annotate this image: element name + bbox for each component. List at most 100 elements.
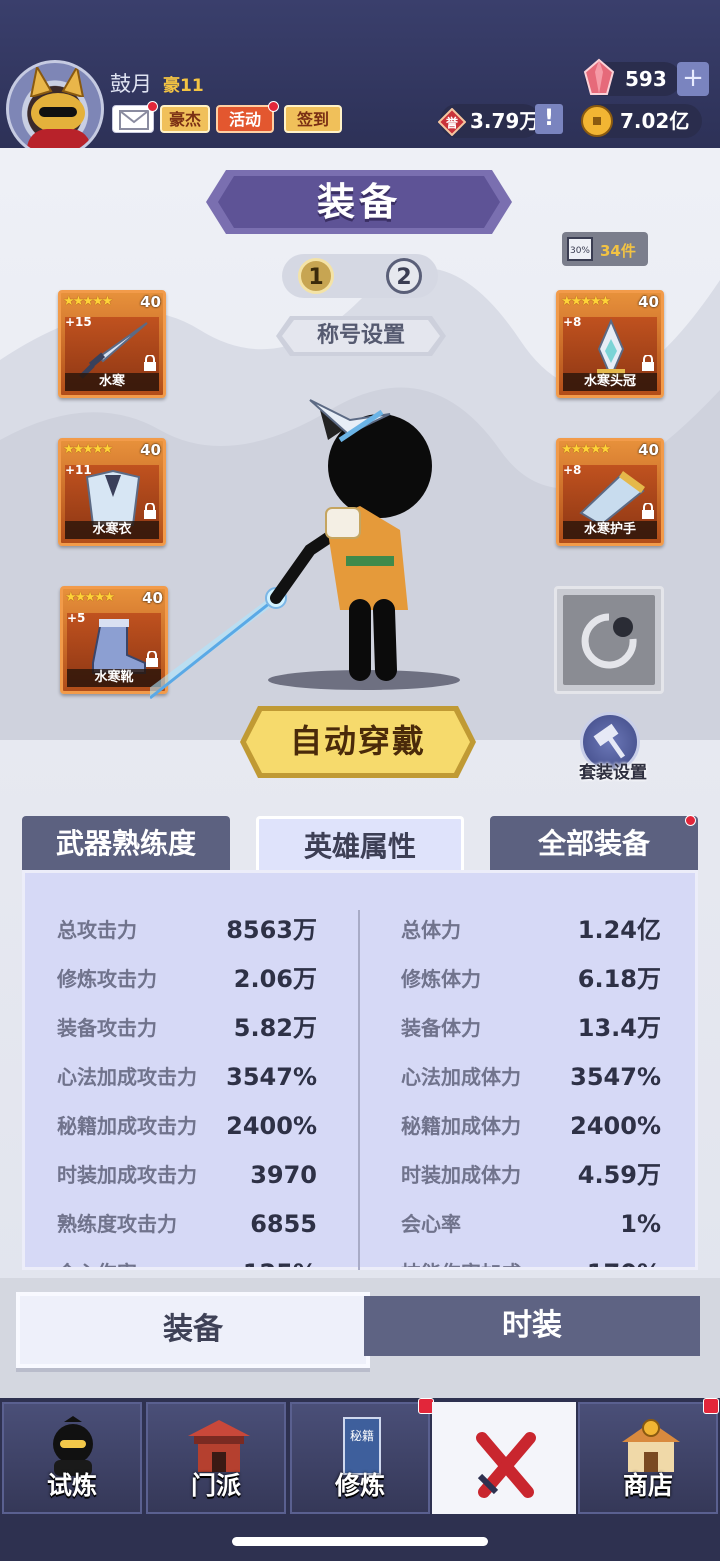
lock-icon [642, 503, 654, 519]
nav-cultivate-label: 修炼 [334, 1471, 385, 1500]
star-rating: ★★★★★ [63, 442, 113, 457]
equip-slot-accessory-empty[interactable] [554, 586, 664, 694]
player-name: 鼓月 [110, 72, 152, 96]
lock-icon [144, 355, 156, 371]
enhance-level: +11 [65, 463, 92, 477]
stats-divider [358, 910, 360, 1270]
stat-row: 时装加成攻击力 3970 [57, 1160, 317, 1190]
loadout-switch: 1 2 [282, 254, 438, 298]
vip-level: 豪11 [163, 76, 204, 96]
stat-label: 会心率 [401, 1212, 461, 1236]
item-name: 水寒头冠 [563, 373, 657, 391]
tab-hero-attributes[interactable]: 英雄属性 [256, 816, 464, 872]
hero-button[interactable]: 豪杰 [160, 105, 210, 133]
stat-label: 装备攻击力 [57, 1016, 157, 1040]
bottom-tab-fashion[interactable]: 时装 [364, 1296, 700, 1356]
event-notification-dot [268, 101, 279, 112]
stat-value: 3547% [570, 1063, 661, 1091]
nav-cultivate[interactable]: 秘籍 修炼 [290, 1402, 430, 1514]
item-name: 水寒护手 [563, 521, 657, 539]
stat-row: 技能伤害加成 170% [401, 1258, 661, 1267]
crossed-swords-icon [476, 1432, 536, 1498]
bottom-tab-equipment[interactable]: 装备 [16, 1292, 370, 1368]
page-title: 装备 [316, 180, 401, 224]
equip-slot-helm[interactable]: ★★★★★ 40 +8 水寒头冠 [556, 290, 664, 398]
enhance-level: +15 [65, 315, 92, 329]
stat-value: 125% [243, 1258, 317, 1267]
avatar-eyes [39, 107, 77, 117]
set-setting-label[interactable]: 套装设置 [568, 758, 658, 783]
item-level: 40 [638, 293, 659, 311]
stat-row: 修炼攻击力 2.06万 [57, 964, 317, 994]
enhance-level: +8 [563, 315, 582, 329]
stat-value: 3970 [250, 1161, 317, 1189]
scroll-icon: 30% [567, 237, 593, 261]
stat-row: 会心伤害 125% [57, 1258, 317, 1267]
tab-all-equipment[interactable]: 全部装备 [490, 816, 698, 872]
stat-row: 心法加成体力 3547% [401, 1062, 661, 1092]
event-button[interactable]: 活动 [216, 105, 274, 133]
sign-in-button[interactable]: 签到 [284, 105, 342, 133]
stat-row: 时装加成体力 4.59万 [401, 1160, 661, 1190]
gem-counter: 593 [583, 58, 681, 96]
auto-equip-button[interactable]: 自动穿戴 [240, 706, 476, 778]
stat-value: 6855 [250, 1210, 317, 1238]
star-rating: ★★★★★ [63, 294, 113, 309]
stat-value: 170% [587, 1258, 661, 1267]
title-setting-button[interactable]: 称号设置 [276, 316, 446, 356]
stat-label: 秘籍加成攻击力 [57, 1114, 197, 1138]
honor-info-button[interactable]: ! [535, 104, 563, 134]
stat-value: 1.24亿 [577, 916, 661, 944]
stat-value: 1% [620, 1210, 661, 1238]
star-rating: ★★★★★ [65, 590, 115, 605]
loadout-tab-1[interactable]: 1 [298, 258, 334, 294]
stat-value: 6.18万 [577, 965, 661, 993]
nav-trial[interactable]: 试炼 [2, 1402, 142, 1514]
hero-character [150, 399, 460, 700]
stat-value: 13.4万 [577, 1014, 661, 1042]
stat-value: 5.82万 [233, 1014, 317, 1042]
stat-label: 心法加成体力 [401, 1065, 521, 1089]
equip-slot-glove[interactable]: ★★★★★ 40 +8 水寒护手 [556, 438, 664, 546]
item-level: 40 [140, 293, 161, 311]
stat-label: 时装加成体力 [401, 1163, 521, 1187]
honor-amount: 3.79万 [470, 109, 540, 133]
stat-row: 装备攻击力 5.82万 [57, 1013, 317, 1043]
stat-row: 修炼体力 6.18万 [401, 964, 661, 994]
scroll-count: 34件 [600, 242, 636, 260]
gem-amount: 593 [625, 67, 667, 91]
all-equipment-notification-dot [685, 815, 696, 826]
item-name: 水寒衣 [65, 521, 159, 539]
stat-row: 总体力 1.24亿 [401, 915, 661, 945]
stat-value: 2400% [226, 1112, 317, 1140]
loadout-tab-2[interactable]: 2 [386, 258, 422, 294]
stat-value: 3547% [226, 1063, 317, 1091]
home-indicator[interactable] [232, 1537, 488, 1546]
player-avatar[interactable] [6, 60, 104, 158]
nav-sect-label: 门派 [190, 1471, 241, 1500]
stat-label: 装备体力 [401, 1016, 481, 1040]
nav-equipment-active[interactable] [432, 1402, 576, 1514]
nav-trial-label: 试炼 [46, 1471, 97, 1500]
nav-sect[interactable]: 门派 [146, 1402, 286, 1514]
gold-coin-icon [581, 105, 613, 137]
mail-notification-dot [147, 101, 158, 112]
stat-label: 心法加成攻击力 [57, 1065, 197, 1089]
nav-shop-label: 商店 [622, 1471, 673, 1500]
stats-panel[interactable]: 总攻击力 8563万 修炼攻击力 2.06万装备攻击力 5.82万心法加成攻击力 3547… [22, 870, 698, 1270]
item-level: 40 [638, 441, 659, 459]
stat-value: 2400% [570, 1112, 661, 1140]
stat-value: 2.06万 [233, 965, 317, 993]
stat-label: 总攻击力 [57, 918, 137, 942]
stat-row: 总攻击力 8563万 [57, 915, 317, 945]
enhance-level: +5 [67, 611, 86, 625]
stat-row: 秘籍加成攻击力 2400% [57, 1111, 317, 1141]
add-gems-button[interactable]: + [677, 62, 709, 96]
stat-label: 熟练度攻击力 [57, 1212, 177, 1236]
stat-label: 技能伤害加成 [401, 1258, 521, 1267]
stat-label: 时装加成攻击力 [57, 1163, 197, 1187]
nav-shop[interactable]: 商店 [578, 1402, 718, 1514]
stat-label: 修炼体力 [401, 967, 481, 991]
envelope-icon [119, 110, 149, 130]
tab-weapon-mastery[interactable]: 武器熟练度 [22, 816, 230, 872]
